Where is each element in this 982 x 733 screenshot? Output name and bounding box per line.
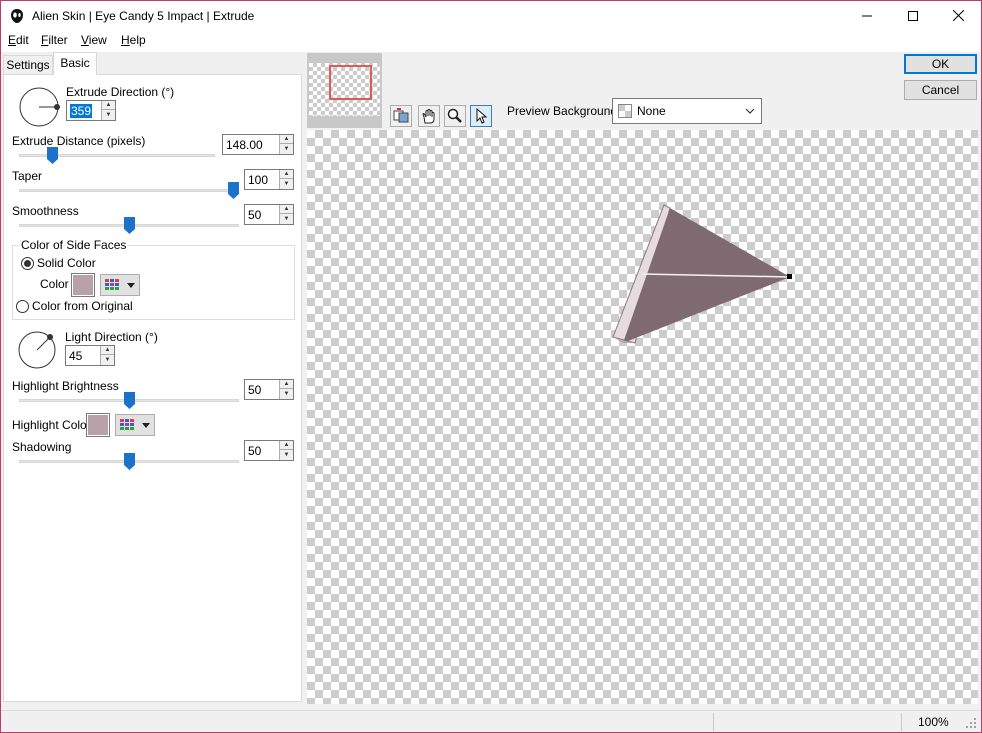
cancel-button[interactable]: Cancel: [904, 80, 977, 100]
menu-edit[interactable]: Edit: [8, 33, 29, 47]
pointer-icon: [476, 108, 488, 124]
chevron-down-icon: [142, 423, 150, 428]
smoothness-spinner[interactable]: ▲ ▼: [279, 205, 293, 224]
side-color-swatch[interactable]: [71, 273, 95, 297]
taper-slider[interactable]: [19, 182, 239, 200]
zoom-tool-button[interactable]: [444, 105, 466, 127]
minimize-icon: [862, 15, 872, 16]
solid-color-radio[interactable]: [21, 257, 34, 270]
smoothness-label: Smoothness: [12, 204, 79, 218]
color-from-original-radio[interactable]: [16, 300, 29, 313]
taper-spinner[interactable]: ▲ ▼: [279, 170, 293, 189]
navigator-viewport-box[interactable]: [329, 65, 372, 100]
extruded-shape: [612, 204, 792, 344]
menu-bar: Edit Filter View Help: [1, 30, 981, 52]
extrude-distance-label: Extrude Distance (pixels): [12, 134, 146, 148]
zoom-level: 100%: [918, 715, 949, 729]
slider-thumb[interactable]: [124, 392, 135, 409]
ok-button[interactable]: OK: [904, 54, 977, 74]
extrude-direction-input[interactable]: 359 ▲ ▼: [66, 100, 116, 121]
close-icon: [952, 10, 964, 21]
highlight-brightness-spinner[interactable]: ▲ ▼: [279, 380, 293, 399]
direction-handle[interactable]: [787, 274, 792, 279]
shadowing-label: Shadowing: [12, 440, 72, 454]
slider-thumb[interactable]: [124, 217, 135, 234]
tab-settings[interactable]: Settings: [3, 55, 53, 74]
shadowing-slider[interactable]: [19, 453, 239, 471]
highlight-color-swatch[interactable]: [86, 413, 110, 437]
maximize-icon: [908, 10, 918, 21]
shadowing-input[interactable]: 50 ▲ ▼: [244, 440, 294, 461]
preview-background-value: None: [637, 104, 666, 118]
highlight-color-label: Highlight Color: [12, 418, 91, 432]
light-direction-input[interactable]: 45 ▲ ▼: [65, 345, 115, 366]
slider-thumb[interactable]: [228, 182, 239, 199]
smoothness-slider[interactable]: [19, 217, 239, 235]
highlight-brightness-input[interactable]: 50 ▲ ▼: [244, 379, 294, 400]
extrude-direction-label: Extrude Direction (°): [66, 85, 175, 99]
slider-thumb[interactable]: [47, 147, 58, 164]
taper-input[interactable]: 100 ▲ ▼: [244, 169, 294, 190]
resize-grip-icon[interactable]: [965, 717, 977, 729]
hand-tool-button[interactable]: [418, 105, 440, 127]
minimize-button[interactable]: [844, 1, 890, 30]
shadowing-spinner[interactable]: ▲ ▼: [279, 441, 293, 460]
title-bar[interactable]: Alien Skin | Eye Candy 5 Impact | Extrud…: [1, 1, 981, 30]
side-faces-group: Color of Side Faces Solid Color Color Co…: [12, 238, 295, 320]
taper-label: Taper: [12, 169, 43, 183]
hand-icon: [422, 109, 435, 124]
zoom-icon: [447, 108, 462, 123]
navigator-thumbnail[interactable]: [307, 53, 382, 128]
highlight-color-picker-button[interactable]: [115, 414, 155, 436]
status-bar: 100%: [1, 710, 981, 732]
status-separator: [713, 713, 714, 731]
app-icon: [11, 9, 23, 23]
menu-filter[interactable]: Filter: [41, 33, 68, 47]
side-faces-group-label: Color of Side Faces: [19, 238, 129, 252]
basic-panel: Extrude Direction (°) 359 ▲ ▼ Extrude Dis…: [3, 74, 302, 702]
palette-grid-icon: [120, 419, 134, 430]
highlight-brightness-label: Highlight Brightness: [12, 379, 119, 393]
side-color-label: Color: [40, 277, 69, 291]
pointer-tool-button[interactable]: [470, 105, 492, 127]
chevron-down-icon: [127, 283, 135, 288]
solid-color-label[interactable]: Solid Color: [37, 256, 96, 270]
highlight-brightness-slider[interactable]: [19, 392, 239, 410]
chevron-down-icon: [745, 108, 755, 114]
slider-track: [19, 189, 239, 192]
transparency-swatch-icon: [618, 104, 632, 118]
menu-view[interactable]: View: [81, 33, 107, 47]
extrude-direction-dial[interactable]: [17, 85, 61, 129]
status-separator: [901, 713, 902, 731]
tab-basic[interactable]: Basic: [53, 52, 97, 75]
light-direction-label: Light Direction (°): [65, 330, 158, 344]
extrude-distance-slider[interactable]: [19, 147, 215, 165]
palette-grid-icon: [105, 279, 119, 290]
extrude-distance-input[interactable]: 148.00 ▲ ▼: [222, 134, 294, 155]
light-direction-spinner[interactable]: ▲ ▼: [100, 346, 114, 365]
compare-icon: [393, 108, 409, 123]
preview-background-label: Preview Background:: [507, 104, 621, 118]
compare-tool-button[interactable]: [390, 105, 412, 127]
menu-help[interactable]: Help: [121, 33, 146, 47]
extrude-direction-spinner[interactable]: ▲ ▼: [101, 101, 115, 120]
window-title: Alien Skin | Eye Candy 5 Impact | Extrud…: [32, 9, 255, 23]
smoothness-input[interactable]: 50 ▲ ▼: [244, 204, 294, 225]
preview-canvas[interactable]: [307, 130, 978, 704]
slider-thumb[interactable]: [124, 453, 135, 470]
maximize-button[interactable]: [890, 1, 936, 30]
extrude-distance-spinner[interactable]: ▲ ▼: [279, 135, 293, 154]
color-from-original-label[interactable]: Color from Original: [32, 299, 133, 313]
side-color-picker-button[interactable]: [100, 274, 140, 296]
close-button[interactable]: [935, 1, 981, 30]
light-direction-dial[interactable]: [17, 330, 57, 370]
preview-background-select[interactable]: None: [612, 98, 762, 124]
